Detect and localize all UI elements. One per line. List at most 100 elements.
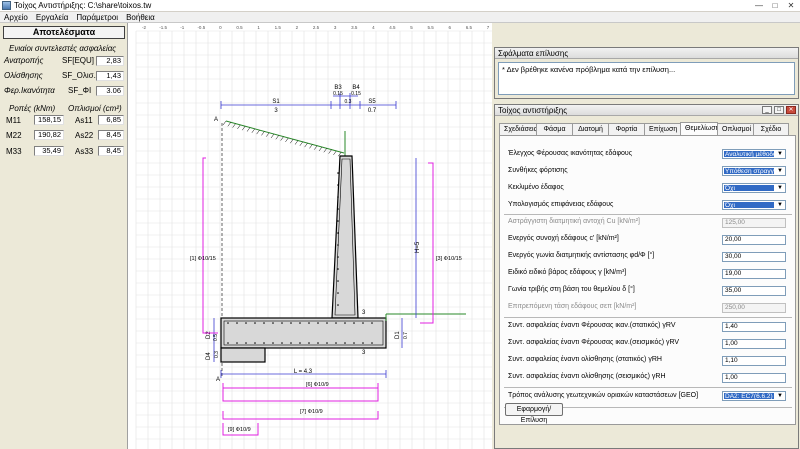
- menu-file[interactable]: Αρχείο: [0, 13, 32, 22]
- rebar-dot: [337, 304, 339, 306]
- label-a-bottom: A: [216, 377, 220, 383]
- tab-spectrum[interactable]: Φάσμα: [536, 123, 573, 135]
- rebar-dot: [317, 342, 319, 344]
- ruler-label: 1.5: [275, 25, 282, 30]
- bearing-static-input[interactable]: 1,40: [722, 322, 786, 332]
- menu-help[interactable]: Βοήθεια: [122, 13, 159, 22]
- allowable-stress-label: Επιτρεπόμενη τάση εδάφους σεπ [kN/m²]: [508, 303, 637, 310]
- chevron-down-icon[interactable]: ▼: [775, 167, 785, 175]
- close-icon[interactable]: ✕: [784, 1, 798, 11]
- label-d1: D1: [395, 331, 401, 339]
- label-stem-3a: 3: [362, 310, 366, 316]
- menu-parameters[interactable]: Παράμετροι: [72, 13, 122, 22]
- chevron-down-icon[interactable]: ▼: [775, 150, 785, 158]
- tab-designs[interactable]: Σχεδιάσεις: [499, 123, 537, 135]
- label-d1-value: 0.7: [403, 332, 409, 339]
- tab-backfill[interactable]: Επίχωση: [644, 123, 681, 135]
- tab-section[interactable]: Διατομή: [572, 123, 609, 135]
- apply-solve-button[interactable]: Εφαρμογή/Επίλυση: [505, 403, 563, 424]
- tab-reinforcement[interactable]: Οπλισμοί: [717, 123, 754, 135]
- rebar-dot: [337, 280, 339, 282]
- sliding-seismic-input[interactable]: 1,00: [722, 373, 786, 383]
- label-length: L = 4.3: [294, 369, 313, 375]
- drawing-canvas[interactable]: -2 -1.5 -1 -0.5 0 0.5 1 1.5 2 2.5 3 3.5 4 4.5 5 5.5 6 6.5…: [128, 23, 492, 449]
- rebar-value-0: 6,85: [98, 115, 124, 125]
- chevron-down-icon[interactable]: ▼: [775, 201, 785, 209]
- base-friction-label: Γωνία τριβής στη βάση του θεμελίου δ [°]: [508, 286, 635, 293]
- rebar-dot: [335, 342, 337, 344]
- rebar-dot: [337, 292, 339, 294]
- loading-conditions-value: Υπόθεση στραγγισμένης: [724, 168, 774, 174]
- rebar-dot: [236, 342, 238, 344]
- bearing-seismic-input[interactable]: 1,00: [722, 339, 786, 349]
- moments-heading: Ροπές (kNm): [9, 104, 56, 113]
- rebar-dot: [263, 322, 265, 324]
- rebar-dot: [337, 244, 339, 246]
- separator: [504, 317, 792, 318]
- ruler-label: 3: [334, 25, 337, 30]
- sloped-ground-select[interactable]: Όχι ▼: [722, 183, 786, 193]
- rebar-dot: [371, 322, 373, 324]
- hatch-line: [280, 136, 284, 141]
- loading-conditions-select[interactable]: Υπόθεση στραγγισμένης ▼: [722, 166, 786, 176]
- tab-loads[interactable]: Φορτία: [608, 123, 645, 135]
- errors-message: * Δεν βρέθηκε κανένα πρόβλημα κατά την ε…: [498, 62, 795, 95]
- ruler-label: 6.5: [466, 25, 473, 30]
- wall-drawing[interactable]: -2 -1.5 -1 -0.5 0 0.5 1 1.5 2 2.5 3 3.5 4 4.5 5 5.5 6 6.5…: [128, 23, 492, 449]
- label-s5-value: 0.7: [368, 108, 377, 114]
- maximize-icon[interactable]: □: [774, 106, 784, 114]
- rebar-name-0: As11: [75, 116, 93, 125]
- rebar-schedule: [202, 157, 434, 436]
- window-controls: — □ ✕: [752, 1, 798, 11]
- rebar-dot: [299, 322, 301, 324]
- moment-name-1: M22: [6, 131, 22, 140]
- ruler-label: 5.5: [428, 25, 435, 30]
- rebar-dot: [281, 322, 283, 324]
- bearing-check-select[interactable]: Αναλυτική μέθοδος ▼: [722, 149, 786, 159]
- label-rebar-6: [6] Φ10/9: [306, 382, 329, 388]
- hatch-line: [285, 137, 289, 143]
- minimize-icon[interactable]: —: [752, 1, 766, 11]
- friction-angle-input[interactable]: 30,00: [722, 252, 786, 262]
- hatch-line: [222, 120, 227, 126]
- rebar-value-1: 8,45: [98, 130, 124, 140]
- rebar-dot: [344, 342, 346, 344]
- unit-weight-input[interactable]: 19,00: [722, 269, 786, 279]
- rebar-dot: [337, 196, 339, 198]
- safety-name-1: Ολίσθησης: [4, 71, 43, 80]
- results-button[interactable]: Αποτελέσματα: [3, 26, 125, 39]
- rebar-dot: [337, 184, 339, 186]
- menu-tools[interactable]: Εργαλεία: [32, 13, 72, 22]
- rebar-name-2: As33: [75, 147, 94, 156]
- label-d4: D4: [206, 352, 212, 360]
- rebar-dot: [337, 208, 339, 210]
- rebar-dot: [254, 322, 256, 324]
- rebar-dot: [317, 322, 319, 324]
- base-friction-input[interactable]: 35,00: [722, 286, 786, 296]
- tab-foundation[interactable]: Θεμελίωση: [680, 122, 719, 135]
- separator: [504, 214, 792, 215]
- cohesion-input[interactable]: 20,00: [722, 235, 786, 245]
- label-rebar-7: [7] Φ10/9: [300, 409, 323, 415]
- allowable-stress-input: 250,00: [722, 303, 786, 313]
- rebar-name-1: As22: [75, 131, 94, 140]
- results-panel: Αποτελέσματα Ενιαίοι συντελεστές ασφαλεί…: [0, 23, 128, 449]
- geo-method-select[interactable]: DA2: EC7(6.6.2) ▼: [722, 391, 786, 401]
- hatch-line: [318, 146, 323, 152]
- rebar-dot: [326, 342, 328, 344]
- label-a-top: A: [214, 117, 218, 123]
- props-window-controls: _ □ ✕: [762, 106, 796, 114]
- close-icon[interactable]: ✕: [786, 106, 796, 114]
- chevron-down-icon[interactable]: ▼: [775, 392, 785, 400]
- minimize-icon[interactable]: _: [762, 106, 772, 114]
- foundation-tab-pane: Έλεγχος Φέρουσας ικανότητας εδάφους Αναλ…: [499, 135, 796, 425]
- tab-drawing[interactable]: Σχέδιο: [753, 123, 789, 135]
- rebar-dot: [227, 322, 229, 324]
- sliding-static-input[interactable]: 1,10: [722, 356, 786, 366]
- maximize-icon[interactable]: □: [768, 1, 782, 11]
- ground-surface-select[interactable]: Όχι ▼: [722, 200, 786, 210]
- safety-value-1: 1,43: [96, 71, 124, 81]
- rebar-dot: [326, 322, 328, 324]
- chevron-down-icon[interactable]: ▼: [775, 184, 785, 192]
- hatch-line: [251, 128, 256, 133]
